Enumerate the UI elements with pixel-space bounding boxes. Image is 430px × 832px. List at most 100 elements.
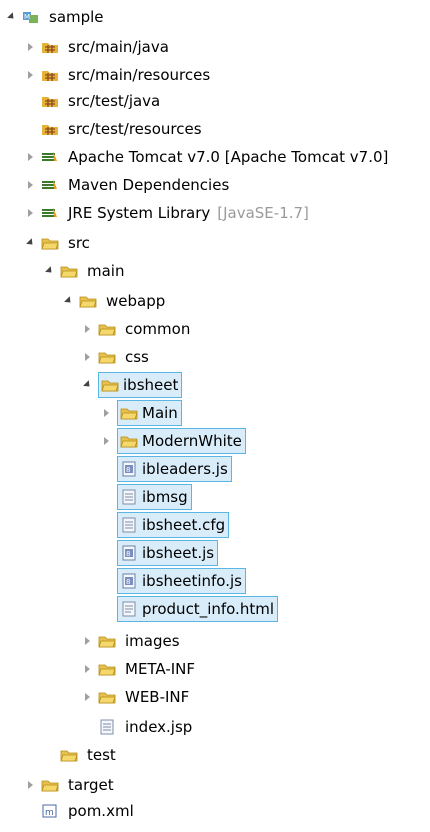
tree-item[interactable]: images	[80, 628, 183, 654]
tree-item[interactable]: test	[42, 742, 119, 768]
folder-icon	[98, 321, 116, 337]
tree-item-content[interactable]: ibmsg	[117, 484, 192, 510]
expand-arrow-closed-icon[interactable]	[80, 634, 94, 648]
tree-item[interactable]: m pom.xml	[23, 798, 137, 824]
tree-item-content[interactable]: Main	[117, 400, 182, 426]
tree-item[interactable]: css	[80, 344, 152, 370]
tree-item[interactable]: common	[80, 316, 193, 342]
tree-item-label: Apache Tomcat v7.0 [Apache Tomcat v7.0]	[68, 148, 389, 166]
tree-item[interactable]: ibsheet	[80, 372, 183, 398]
tree-item-content[interactable]: main	[60, 260, 127, 282]
tree-item-content[interactable]: WEB-INF	[98, 686, 192, 708]
tree-item-content[interactable]: src	[41, 232, 93, 254]
tree-item-label: src/test/java	[68, 92, 161, 110]
tree-item[interactable]: ModernWhite	[99, 428, 246, 454]
tree-item[interactable]: main	[42, 258, 127, 284]
tree-item-label: src/main/java	[68, 38, 169, 56]
tree-item[interactable]: Main	[99, 400, 182, 426]
expand-arrow-closed-icon[interactable]	[80, 662, 94, 676]
tree-item-content[interactable]: m pom.xml	[41, 800, 137, 822]
tree-item[interactable]: 8 ibsheetinfo.js	[99, 568, 246, 594]
js-file-icon: 8	[120, 573, 138, 589]
tree-item-content[interactable]: ibsheet.cfg	[117, 512, 230, 538]
expand-arrow-closed-icon[interactable]	[23, 206, 37, 220]
tree-item-content[interactable]: Maven Dependencies	[41, 174, 232, 196]
tree-item-label: src/main/resources	[68, 66, 211, 84]
expand-arrow-closed-icon[interactable]	[23, 778, 37, 792]
tree-item-content[interactable]: META-INF	[98, 658, 198, 680]
tree-item-content[interactable]: 8 ibsheet.js	[117, 540, 219, 566]
tree-item-content[interactable]: product_info.html	[117, 596, 278, 622]
tree-item[interactable]: index.jsp	[80, 714, 195, 740]
tree-item-content[interactable]: src/test/java	[41, 90, 163, 112]
tree-item[interactable]: src/main/resources	[23, 62, 213, 88]
tree-item[interactable]: 8 ibleaders.js	[99, 456, 232, 482]
svg-text:8: 8	[126, 550, 130, 558]
expand-arrow-open-icon[interactable]	[61, 294, 75, 308]
folder-icon	[41, 235, 59, 251]
folder-icon	[41, 777, 59, 793]
tree-item[interactable]: 8 ibsheet.js	[99, 540, 219, 566]
tree-item-content[interactable]: target	[41, 774, 117, 796]
tree-item-label: ibleaders.js	[142, 460, 228, 478]
tree-item-label: common	[125, 320, 191, 338]
expand-arrow-closed-icon[interactable]	[23, 178, 37, 192]
tree-item-content[interactable]: 8 ibsheetinfo.js	[117, 568, 246, 594]
tree-item[interactable]: src/main/java	[23, 34, 172, 60]
tree-item-content[interactable]: Msample	[22, 6, 107, 28]
tree-item-content[interactable]: images	[98, 630, 183, 652]
tree-item-label: src/test/resources	[68, 120, 202, 138]
expand-arrow-closed-icon[interactable]	[99, 406, 113, 420]
tree-item-content[interactable]: test	[60, 744, 119, 766]
tree-item-label: webapp	[106, 292, 166, 310]
tree-item-content[interactable]: Apache Tomcat v7.0 [Apache Tomcat v7.0]	[41, 146, 391, 168]
tree-item[interactable]: product_info.html	[99, 596, 278, 622]
tree-item[interactable]: JRE System Library [JavaSE-1.7]	[23, 200, 309, 226]
expand-arrow-closed-icon[interactable]	[80, 322, 94, 336]
folder-icon	[120, 433, 138, 449]
tree-item[interactable]: src/test/resources	[23, 116, 205, 142]
tree-item-content[interactable]: css	[98, 346, 152, 368]
tree-item-content[interactable]: common	[98, 318, 193, 340]
expand-arrow-closed-icon[interactable]	[80, 350, 94, 364]
tree-item-label: target	[68, 776, 114, 794]
tree-item[interactable]: Msample	[4, 4, 107, 30]
tree-item[interactable]: webapp	[61, 288, 168, 314]
svg-text:m: m	[45, 808, 54, 818]
expand-arrow-open-icon[interactable]	[42, 264, 56, 278]
tree-item[interactable]: Maven Dependencies	[23, 172, 232, 198]
tree-item-label: META-INF	[125, 660, 196, 678]
tree-item[interactable]: META-INF	[80, 656, 198, 682]
source-folder-icon	[41, 121, 59, 137]
tree-item-content[interactable]: src/test/resources	[41, 118, 205, 140]
tree-item[interactable]: ibmsg	[99, 484, 192, 510]
tree-item-decoration: [JavaSE-1.7]	[217, 204, 309, 222]
expand-arrow-closed-icon[interactable]	[23, 40, 37, 54]
tree-item-content[interactable]: ibsheet	[98, 372, 183, 398]
tree-item-label: ibsheet	[123, 376, 179, 394]
tree-item-content[interactable]: webapp	[79, 290, 168, 312]
tree-item-content[interactable]: src/main/resources	[41, 64, 213, 86]
tree-item[interactable]: WEB-INF	[80, 684, 192, 710]
tree-item-content[interactable]: index.jsp	[98, 716, 195, 738]
tree-item[interactable]: ibsheet.cfg	[99, 512, 230, 538]
html-file-icon	[120, 601, 138, 617]
tree-item[interactable]: Apache Tomcat v7.0 [Apache Tomcat v7.0]	[23, 144, 391, 170]
library-icon	[41, 177, 59, 193]
tree-item-content[interactable]: 8 ibleaders.js	[117, 456, 232, 482]
tree-item-content[interactable]: src/main/java	[41, 36, 172, 58]
expand-arrow-open-icon[interactable]	[4, 10, 18, 24]
expand-arrow-open-icon[interactable]	[80, 378, 94, 392]
expand-arrow-closed-icon[interactable]	[99, 434, 113, 448]
tree-item[interactable]: target	[23, 772, 117, 798]
tree-item-content[interactable]: ModernWhite	[117, 428, 246, 454]
tree-item[interactable]: src	[23, 230, 93, 256]
expand-arrow-closed-icon[interactable]	[80, 690, 94, 704]
expand-arrow-closed-icon[interactable]	[23, 68, 37, 82]
expand-arrow-closed-icon[interactable]	[23, 150, 37, 164]
expand-arrow-open-icon[interactable]	[23, 236, 37, 250]
tree-item[interactable]: src/test/java	[23, 88, 163, 114]
folder-icon	[120, 405, 138, 421]
tree-item-label: test	[87, 746, 116, 764]
tree-item-content[interactable]: JRE System Library [JavaSE-1.7]	[41, 202, 309, 224]
